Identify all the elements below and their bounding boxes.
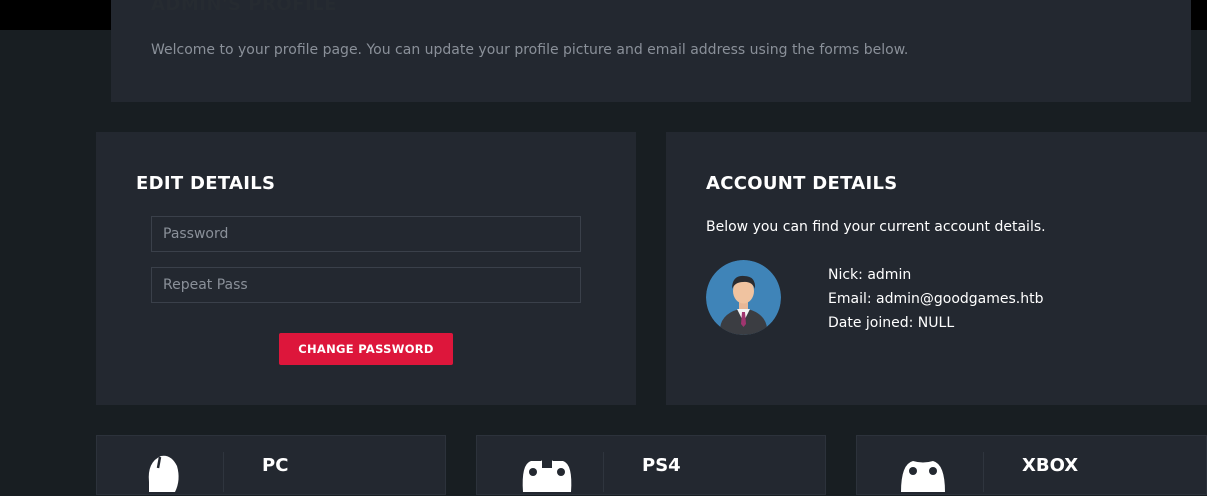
nick-value: Nick: admin <box>828 267 912 283</box>
platform-label-pc: PC <box>262 455 289 476</box>
edit-details-panel: EDIT DETAILS CHANGE PASSWORD <box>96 132 636 405</box>
user-avatar-icon <box>706 260 781 335</box>
platform-card-ps4[interactable]: PS4 <box>476 435 826 495</box>
platform-divider <box>223 452 224 492</box>
repeat-password-input[interactable] <box>151 267 581 303</box>
password-input[interactable] <box>151 216 581 252</box>
account-details-list: Nick: admin Email: admin@goodgames.htb D… <box>828 263 1044 335</box>
account-details-title: ACCOUNT DETAILS <box>706 173 898 194</box>
platform-label-ps4: PS4 <box>642 455 681 476</box>
platform-divider <box>983 452 984 492</box>
account-details-panel: ACCOUNT DETAILS Below you can find your … <box>666 132 1207 405</box>
gamepad-icon <box>517 452 577 496</box>
account-details-intro: Below you can find your current account … <box>706 219 1046 235</box>
platform-divider <box>603 452 604 492</box>
email-value: Email: admin@goodgames.htb <box>828 291 1044 307</box>
change-password-button[interactable]: CHANGE PASSWORD <box>279 333 453 365</box>
edit-details-title: EDIT DETAILS <box>136 173 276 194</box>
profile-intro-text: Welcome to your profile page. You can up… <box>151 42 909 58</box>
date-joined-value: Date joined: NULL <box>828 315 955 331</box>
platform-card-pc[interactable]: PC <box>96 435 446 495</box>
profile-header-card: ADMIN'S PROFILE Welcome to your profile … <box>111 0 1191 102</box>
xbox-controller-icon <box>897 452 949 496</box>
profile-title: ADMIN'S PROFILE <box>151 0 337 15</box>
platform-card-xbox[interactable]: XBOX <box>856 435 1207 495</box>
mouse-icon <box>137 452 183 496</box>
platform-label-xbox: XBOX <box>1022 455 1079 476</box>
